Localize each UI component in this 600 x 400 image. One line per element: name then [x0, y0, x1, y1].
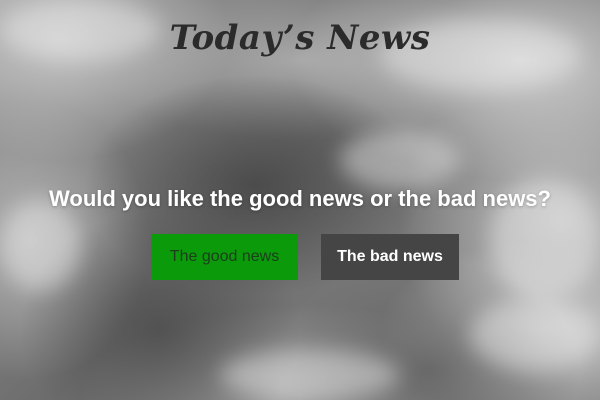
news-question: Would you like the good news or the bad … [49, 186, 551, 211]
bad-news-button[interactable]: The bad news [321, 234, 459, 280]
page-title: Today’s News [169, 18, 431, 58]
good-news-button[interactable]: The good news [151, 234, 298, 280]
